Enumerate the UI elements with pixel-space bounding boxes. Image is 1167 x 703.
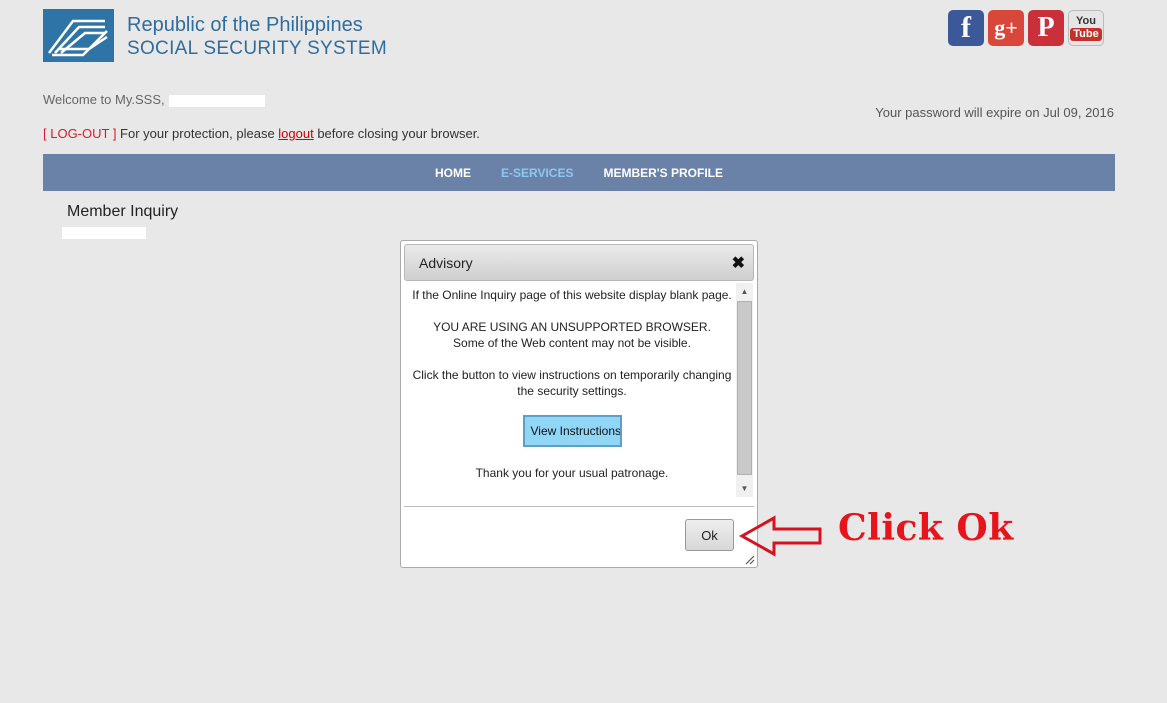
logout-link[interactable]: logout [278,126,313,141]
nav-members-profile[interactable]: MEMBER'S PROFILE [603,166,723,180]
redacted-username [168,94,265,107]
dialog-body: If the Online Inquiry page of this websi… [409,287,735,497]
nav-e-services[interactable]: E-SERVICES [501,166,573,180]
scroll-up-icon[interactable]: ▲ [736,283,753,300]
password-expiry-notice: Your password will expire on Jul 09, 201… [875,105,1114,120]
logout-notice: [ LOG-OUT ] For your protection, please … [43,126,480,141]
advisory-dialog: Advisory ✖ If the Online Inquiry page of… [400,240,758,568]
redacted-subtitle [62,227,146,239]
ok-button[interactable]: Ok [685,519,734,551]
welcome-message: Welcome to My.SSS, [43,92,265,107]
view-instructions-button[interactable]: View Instructions [522,415,622,447]
main-navbar: HOME E-SERVICES MEMBER'S PROFILE [43,154,1115,191]
page-title: Member Inquiry [67,203,179,220]
dialog-header[interactable]: Advisory ✖ [404,244,754,281]
unsupported-browser-notice: YOU ARE USING AN UNSUPPORTED BROWSER. So… [433,320,711,350]
agency-name-line1: Republic of the Philippines [127,14,363,36]
left-arrow-icon [738,515,822,557]
sss-logo [43,9,114,62]
thanks-message: Thank you for your usual patronage. [475,466,669,480]
dialog-title: Advisory [419,255,473,271]
agency-name-line2: SOCIAL SECURITY SYSTEM [127,38,387,59]
dialog-divider [404,506,754,507]
scroll-down-icon[interactable]: ▼ [736,480,753,497]
dialog-scrollbar[interactable]: ▲ ▼ [736,283,753,497]
instructions-notice: Click the button to view instructions on… [412,368,732,398]
youtube-icon[interactable]: You Tube [1068,10,1104,46]
social-links: f g+ P You Tube [948,10,1104,46]
nav-home[interactable]: HOME [435,166,471,180]
scroll-thumb[interactable] [737,301,752,475]
google-plus-icon[interactable]: g+ [988,10,1024,46]
logout-bracket-link[interactable]: [ LOG-OUT ] [43,126,116,141]
pinterest-icon[interactable]: P [1028,10,1064,46]
close-icon[interactable]: ✖ [732,253,745,273]
blank-page-notice: If the Online Inquiry page of this websi… [412,288,732,302]
facebook-icon[interactable]: f [948,10,984,46]
click-ok-annotation: Click Ok [838,507,1014,549]
